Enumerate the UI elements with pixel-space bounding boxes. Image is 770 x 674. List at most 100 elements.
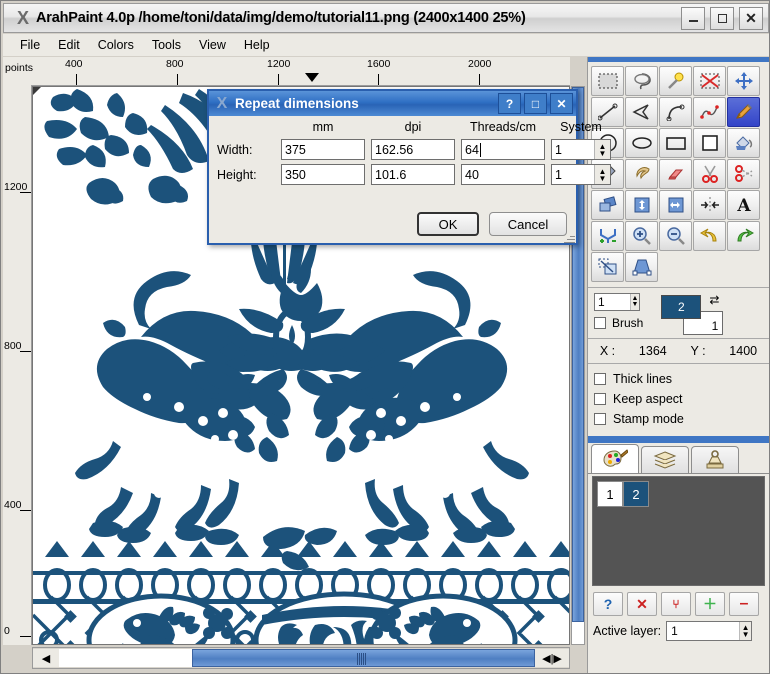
rect-select-tool[interactable] (591, 66, 624, 96)
horizontal-ruler[interactable]: points 400 800 1200 1600 2000 (3, 57, 570, 86)
keep-aspect-checkbox[interactable] (594, 393, 606, 405)
dialog-maximize-button[interactable]: □ (524, 93, 547, 114)
text-tool[interactable]: A (727, 190, 760, 220)
brush-size-arrows[interactable]: ▲ ▼ (630, 294, 639, 310)
brush-size-spinner[interactable]: ▲▼ (594, 293, 640, 311)
height-dpi-input[interactable]: 101.6 (371, 164, 455, 185)
zoom-out-tool[interactable] (659, 221, 692, 251)
canvas-horizontal-scrollbar[interactable]: ◀ ◀|▶ (32, 647, 570, 669)
stamp-mode-checkbox[interactable] (594, 413, 606, 425)
dialog-close-button[interactable]: ✕ (550, 93, 573, 114)
deselect-tool[interactable] (693, 66, 726, 96)
menu-view[interactable]: View (190, 36, 235, 54)
flip-vertical-icon (634, 197, 649, 213)
dialog-help-button[interactable]: ? (498, 93, 521, 114)
horizontal-scroll-track[interactable] (59, 649, 535, 667)
option-stamp-mode[interactable]: Stamp mode (594, 409, 763, 429)
tab-layers[interactable] (641, 446, 689, 473)
color-palette[interactable]: 12 (592, 476, 765, 586)
ok-button[interactable]: OK (417, 212, 479, 236)
flip-vertical-tool[interactable] (625, 190, 658, 220)
palette-swatch-2[interactable]: 2 (623, 481, 649, 507)
layers-icon (653, 451, 677, 469)
palette-remove-button[interactable]: – (729, 592, 759, 616)
palette-help-button[interactable]: ? (593, 592, 623, 616)
menu-file[interactable]: File (11, 36, 49, 54)
stamp-icon (706, 450, 724, 469)
foreground-color-swatch[interactable]: 2 (661, 295, 702, 319)
brush-size-input[interactable] (595, 294, 630, 310)
polygon-tool[interactable] (625, 97, 658, 127)
width-system-arrows[interactable]: ▲ ▼ (594, 140, 610, 159)
rotate-tool[interactable] (591, 190, 624, 220)
pencil-tool[interactable] (727, 97, 760, 127)
lasso-select-tool[interactable] (625, 66, 658, 96)
dialog-field-grid: mm dpi Threads/cm System Width: 375 162.… (217, 120, 611, 185)
perspective-tool[interactable] (625, 252, 658, 282)
palette-add-button[interactable]: ＋ (695, 592, 725, 616)
option-keep-aspect[interactable]: Keep aspect (594, 389, 763, 409)
resize-tool[interactable] (591, 252, 624, 282)
brush-checkbox[interactable] (594, 317, 606, 329)
horizontal-scroll-thumb[interactable] (192, 649, 535, 667)
weave-tool[interactable] (591, 221, 624, 251)
brush-checkbox-row[interactable]: Brush (594, 316, 643, 330)
palette-swatch-1[interactable]: 1 (597, 481, 623, 507)
menu-colors[interactable]: Colors (89, 36, 143, 54)
height-system-spinner[interactable]: 1 ▲ ▼ (551, 164, 611, 185)
width-dpi-input[interactable]: 162.56 (371, 139, 455, 160)
dialog-resize-grip[interactable] (563, 232, 575, 244)
filled-rectangle-tool[interactable] (693, 128, 726, 158)
paint-bucket-tool[interactable] (727, 128, 760, 158)
flip-horizontal-tool[interactable] (659, 190, 692, 220)
header-mm: mm (312, 120, 334, 134)
hruler-label-1600: 1600 (367, 58, 391, 70)
close-icon: ✕ (745, 10, 757, 26)
right-panel: A ▲▼ (587, 57, 769, 673)
width-mm-input[interactable]: 375 (281, 139, 365, 160)
magic-wand-tool[interactable] (659, 66, 692, 96)
paint-bucket-icon (735, 136, 752, 150)
palette-delete-button[interactable]: ✕ (627, 592, 657, 616)
thick-lines-checkbox[interactable] (594, 373, 606, 385)
menu-edit[interactable]: Edit (49, 36, 89, 54)
curve-icon (666, 104, 684, 121)
active-layer-arrows[interactable]: ▲ ▼ (739, 622, 752, 640)
active-layer-spinner[interactable]: ▲▼ (666, 621, 753, 641)
height-threads-input[interactable]: 40 (461, 164, 545, 185)
scroll-right-button[interactable]: ◀|▶ (535, 649, 569, 667)
palette-reduce-button[interactable]: ⑂ (661, 592, 691, 616)
tool-palette: A (588, 62, 770, 284)
width-threads-input[interactable]: 64 (461, 139, 545, 160)
cut-dashed-tool[interactable] (727, 159, 760, 189)
menu-help[interactable]: Help (235, 36, 279, 54)
maximize-button[interactable] (710, 6, 734, 30)
redo-tool[interactable] (727, 221, 760, 251)
freehand-curve-tool[interactable] (693, 97, 726, 127)
eraser-tool[interactable] (659, 159, 692, 189)
move-tool[interactable] (727, 66, 760, 96)
tab-palette[interactable] (591, 444, 639, 473)
minimize-button[interactable] (681, 6, 705, 30)
scroll-thumb-grip (356, 653, 369, 665)
mirror-tool[interactable] (693, 190, 726, 220)
menu-tools[interactable]: Tools (143, 36, 190, 54)
scissors-tool[interactable] (693, 159, 726, 189)
ellipse-tool[interactable] (625, 128, 658, 158)
active-layer-input[interactable] (667, 622, 740, 640)
height-mm-input[interactable]: 350 (281, 164, 365, 185)
tab-stamp[interactable] (691, 446, 739, 473)
rectangle-tool[interactable] (659, 128, 692, 158)
height-system-arrows[interactable]: ▲ ▼ (594, 165, 610, 184)
zoom-in-tool[interactable] (625, 221, 658, 251)
swap-colors-icon[interactable]: ⇄ (709, 293, 719, 307)
curve-tool[interactable] (659, 97, 692, 127)
width-system-spinner[interactable]: 1 ▲ ▼ (551, 139, 611, 160)
close-button[interactable]: ✕ (739, 6, 763, 30)
scroll-left-button[interactable]: ◀ (33, 649, 59, 667)
cancel-button[interactable]: Cancel (489, 212, 567, 236)
option-thick-lines[interactable]: Thick lines (594, 369, 763, 389)
vertical-ruler[interactable]: 1200 800 400 0 (3, 85, 32, 645)
shell-tool[interactable] (625, 159, 658, 189)
undo-tool[interactable] (693, 221, 726, 251)
